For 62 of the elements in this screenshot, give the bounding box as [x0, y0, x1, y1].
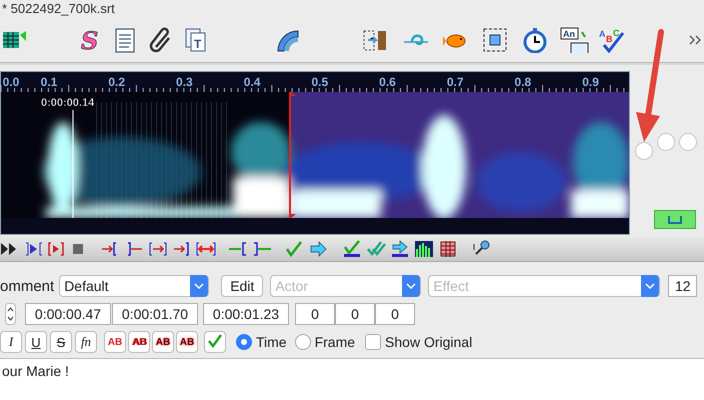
- text-color-button[interactable]: AB: [128, 331, 150, 353]
- ruler-label: 0.9: [582, 75, 599, 89]
- stopwatch-icon: [522, 27, 548, 53]
- show-original-checkbox[interactable]: Show Original: [365, 334, 472, 350]
- ruler-label: 0.3: [176, 75, 193, 89]
- expand-icon: [196, 241, 216, 257]
- function-button[interactable]: fn: [75, 331, 97, 353]
- time-label: 0:00:00.14: [41, 97, 94, 109]
- checkmark-icon: [208, 334, 222, 348]
- margin-field[interactable]: 0: [375, 303, 415, 325]
- mode-radio[interactable]: Frame: [294, 334, 356, 350]
- mode-radio[interactable]: Time: [236, 334, 287, 350]
- caret-icon: [194, 283, 204, 289]
- auto-check-icon: [342, 240, 362, 258]
- caret-icon: [406, 283, 416, 289]
- edit-button[interactable]: Edit: [221, 275, 264, 297]
- end-time-field[interactable]: 0:00:01.70: [112, 303, 198, 325]
- play-loop-icon: [47, 241, 65, 257]
- window-title: * 5022492_700k.srt: [1, 0, 116, 18]
- auto-arrow-icon: [390, 240, 410, 258]
- confirm-button[interactable]: [204, 331, 226, 353]
- double-check-icon: [366, 240, 386, 258]
- move-end-icon: [173, 241, 191, 257]
- subtitle-text-field[interactable]: our Marie !: [0, 358, 704, 400]
- ruler-label: 0.0: [2, 75, 20, 89]
- ruler-label: 0.6: [379, 75, 396, 89]
- right-arrow-icon: [309, 241, 327, 257]
- underline-button[interactable]: U: [25, 331, 47, 353]
- ruler-label: 0.5: [311, 75, 328, 89]
- set-end-icon: [125, 241, 143, 257]
- play-selection-icon: [25, 241, 43, 257]
- ruler-label: 0.2: [108, 75, 126, 89]
- start-time-field[interactable]: 0:00:00.47: [25, 303, 111, 325]
- ruler-label: 0.4: [244, 75, 260, 89]
- margin-field[interactable]: 0: [295, 303, 335, 325]
- comment-label: omment: [0, 278, 54, 294]
- ruler-label: 0.7: [446, 75, 464, 89]
- caret-icon: [645, 283, 656, 289]
- end-bracket-icon: [252, 241, 272, 257]
- italic-button[interactable]: I: [0, 331, 22, 353]
- bracket-icon: [668, 216, 682, 224]
- start-bracket-icon: [228, 241, 248, 257]
- grid-icon: [438, 240, 458, 258]
- text-color-button[interactable]: AB: [176, 331, 198, 353]
- checkmark-icon: [285, 241, 303, 257]
- ruler-label: 0.1: [40, 75, 58, 89]
- playhead-line[interactable]: [289, 92, 296, 218]
- zoom-button[interactable]: [654, 210, 696, 229]
- spectrum-icon: [414, 240, 434, 258]
- layer-field[interactable]: 12: [668, 275, 698, 297]
- margin-field[interactable]: 0: [335, 303, 375, 325]
- ruler-label: 0.8: [514, 75, 532, 89]
- script-s-icon: S: [76, 27, 102, 53]
- set-start-icon: [101, 241, 119, 257]
- style-select[interactable]: Default: [59, 275, 210, 297]
- move-start-icon: [149, 241, 167, 257]
- duration-field[interactable]: 0:00:01.23: [203, 303, 289, 325]
- selection-icon: [482, 27, 508, 53]
- strikethrough-button[interactable]: S: [50, 331, 72, 353]
- spinner-icon[interactable]: [5, 303, 16, 325]
- text-color-button[interactable]: AB: [104, 331, 126, 353]
- text-color-button[interactable]: AB: [152, 331, 174, 353]
